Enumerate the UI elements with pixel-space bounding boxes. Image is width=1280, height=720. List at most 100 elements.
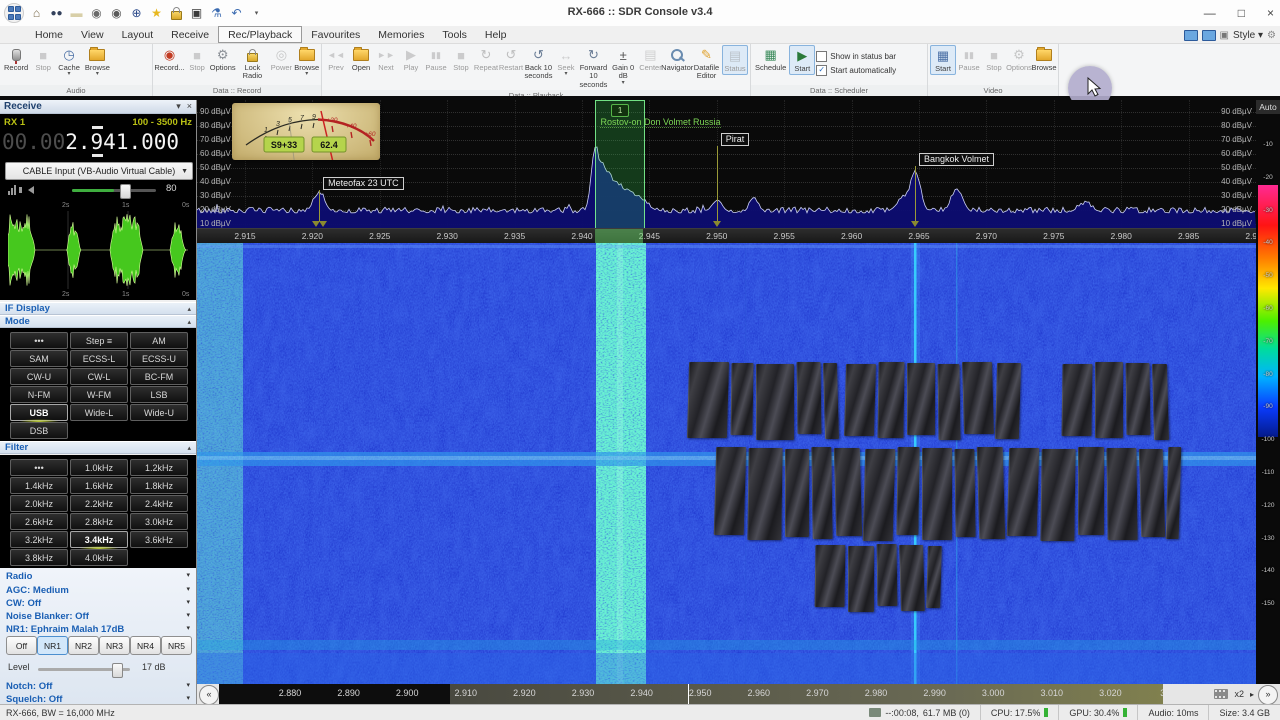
nr-button-nr1[interactable]: NR1 xyxy=(37,636,68,655)
headset-icon[interactable]: ▣ xyxy=(1220,30,1229,41)
nr-button-nr2[interactable]: NR2 xyxy=(68,636,99,655)
record-icon[interactable]: ◉ xyxy=(109,6,124,21)
if-display-header[interactable]: IF Display ▴ xyxy=(0,302,196,315)
filter-3.0khz[interactable]: 3.0kHz xyxy=(130,513,188,530)
stop-button[interactable]: ■ Stop xyxy=(31,45,55,73)
mode-am[interactable]: AM xyxy=(130,332,188,349)
browse-button[interactable]: Browse ▾ xyxy=(294,45,319,77)
filter-2.8khz[interactable]: 2.8kHz xyxy=(70,513,128,530)
radio-row-noise-blanker[interactable]: Noise Blanker: Off ▾ xyxy=(6,611,190,622)
options-button[interactable]: ⚙ Options xyxy=(210,45,236,73)
volume-slider-handle[interactable] xyxy=(120,184,131,199)
auto-range-button[interactable]: Auto xyxy=(1256,100,1280,114)
schedule-button[interactable]: ▦ Schedule xyxy=(753,45,788,73)
mode-sam[interactable]: SAM xyxy=(10,350,68,367)
nr-button-nr4[interactable]: NR4 xyxy=(130,636,161,655)
menu-memories[interactable]: Memories xyxy=(369,26,433,43)
menu-help[interactable]: Help xyxy=(476,26,516,43)
gain-0-db-button[interactable]: ± Gain 0 dB ▾ xyxy=(609,45,638,86)
menu-home[interactable]: Home xyxy=(26,26,72,43)
filter-1.6khz[interactable]: 1.6kHz xyxy=(70,477,128,494)
filter-[interactable]: ••• xyxy=(10,459,68,476)
open-button[interactable]: Open xyxy=(349,45,373,73)
radio-row-nr1[interactable]: NR1: Ephraim Malah 17dB ▾ xyxy=(6,624,190,635)
menu-view[interactable]: View xyxy=(72,26,113,43)
filter-3.2khz[interactable]: 3.2kHz xyxy=(10,531,68,548)
filter-header[interactable]: Filter ▴ xyxy=(0,441,196,454)
mode-ecssu[interactable]: ECSS-U xyxy=(130,350,188,367)
station-marker-label[interactable]: Bangkok Volmet xyxy=(918,153,994,166)
seek-button[interactable]: ↔ Seek ▾ xyxy=(554,45,578,78)
camera-icon[interactable]: ▣ xyxy=(189,6,204,21)
mode-usb[interactable]: USB xyxy=(10,404,68,424)
home-icon[interactable]: ⌂ xyxy=(29,6,44,21)
audio-device-select[interactable]: CABLE Input (VB-Audio Virtual Cable) ▼ xyxy=(5,162,193,180)
panel-close-icon[interactable]: × xyxy=(187,101,192,112)
nr-button-nr3[interactable]: NR3 xyxy=(99,636,130,655)
monitor2-icon[interactable] xyxy=(1201,29,1216,41)
start-button[interactable]: ▶ Start xyxy=(789,45,816,76)
mixer-icon[interactable] xyxy=(8,185,16,195)
radio-row-cw[interactable]: CW: Off ▾ xyxy=(6,598,190,609)
filter-1.0khz[interactable]: 1.0kHz xyxy=(70,459,128,476)
pause-button[interactable]: ▮▮ Pause xyxy=(957,45,981,73)
mode-nfm[interactable]: N-FM xyxy=(10,386,68,403)
play-icon[interactable]: ◉ xyxy=(89,6,104,21)
favourite-star-icon[interactable]: ★ xyxy=(149,6,164,21)
forward-10-seconds-button[interactable]: ↻ Forward 10 seconds xyxy=(579,45,608,90)
repeat-button[interactable]: ↻ Repeat xyxy=(474,45,498,73)
nr-button-off[interactable]: Off xyxy=(6,636,37,655)
card-icon[interactable]: ▬ xyxy=(69,6,84,21)
mode-lsb[interactable]: LSB xyxy=(130,386,188,403)
filter-1.4khz[interactable]: 1.4kHz xyxy=(10,477,68,494)
filter-2.2khz[interactable]: 2.2kHz xyxy=(70,495,128,512)
monitor-icon[interactable] xyxy=(1183,29,1198,41)
mode-cwl[interactable]: CW-L xyxy=(70,368,128,385)
filter-2.4khz[interactable]: 2.4kHz xyxy=(130,495,188,512)
next-button[interactable]: ►► Next xyxy=(374,45,398,73)
stop-button[interactable]: ■ Stop xyxy=(982,45,1006,73)
mode-dsb[interactable]: DSB xyxy=(10,422,68,439)
waterfall-display[interactable]: 21:56:07 UTC xyxy=(197,243,1256,684)
nav-scroll-right-button[interactable]: » xyxy=(1258,685,1278,705)
nav-scroll-left-button[interactable]: « xyxy=(199,685,219,705)
speaker-icon[interactable] xyxy=(19,186,34,194)
start-automatically-checkbox[interactable]: ✓ Start automatically xyxy=(816,65,896,76)
maximize-button[interactable]: □ xyxy=(1238,6,1245,20)
notch-row[interactable]: Notch: Off ▾ xyxy=(6,681,190,692)
minimize-button[interactable]: — xyxy=(1204,6,1216,20)
power-button[interactable]: ◎ Power xyxy=(269,45,293,73)
radio-row-agc[interactable]: AGC: Medium ▾ xyxy=(6,585,190,596)
center-button[interactable]: ▤ Center xyxy=(638,45,662,73)
restart-button[interactable]: ↺ Restart xyxy=(499,45,523,73)
lock-icon[interactable] xyxy=(169,6,184,21)
filter-2.0khz[interactable]: 2.0kHz xyxy=(10,495,68,512)
band-overview-ruler[interactable]: 2.880 2.890 2.900 2.910 2.920 2.930 2.940 2.950… xyxy=(219,684,1163,704)
browse-button[interactable]: Browse ▾ xyxy=(83,45,112,77)
mode-step[interactable]: Step ≡ xyxy=(70,332,128,349)
pause-button[interactable]: ▮▮ Pause xyxy=(424,45,448,73)
prev-button[interactable]: ◄◄ Prev xyxy=(324,45,348,73)
start-button[interactable]: ▦ Start xyxy=(930,45,956,76)
mode-cwu[interactable]: CW-U xyxy=(10,368,68,385)
show-in-status-bar-checkbox[interactable]: Show in status bar xyxy=(816,51,896,62)
zoom-menu-icon[interactable]: ▸ xyxy=(1250,690,1254,699)
level-slider[interactable] xyxy=(38,663,130,678)
frequency-digits[interactable]: 00.002.941.000 xyxy=(2,130,194,154)
menu-receive[interactable]: Receive xyxy=(162,26,218,43)
filter-3.4khz[interactable]: 3.4kHz xyxy=(70,531,128,551)
settings-gear-icon[interactable]: ⚙ xyxy=(1267,30,1276,41)
mode-header[interactable]: Mode ▴ xyxy=(0,315,196,328)
filter-1.2khz[interactable]: 1.2kHz xyxy=(130,459,188,476)
datafile-editor-button[interactable]: ✎ Datafile Editor xyxy=(692,45,721,82)
browse-button[interactable]: Browse xyxy=(1032,45,1057,73)
record-button[interactable]: Record xyxy=(2,45,30,73)
stop-button[interactable]: ■ Stop xyxy=(185,45,209,73)
mode-wideu[interactable]: Wide-U xyxy=(130,404,188,421)
level-slider-handle[interactable] xyxy=(112,663,123,678)
waterfall-speed-icon[interactable] xyxy=(1214,689,1229,699)
filter-2.6khz[interactable]: 2.6kHz xyxy=(10,513,68,530)
navigator-button[interactable]: Navigator xyxy=(661,45,693,73)
mode-ecssl[interactable]: ECSS-L xyxy=(70,350,128,367)
record--button[interactable]: ◉ Record... xyxy=(154,45,184,73)
